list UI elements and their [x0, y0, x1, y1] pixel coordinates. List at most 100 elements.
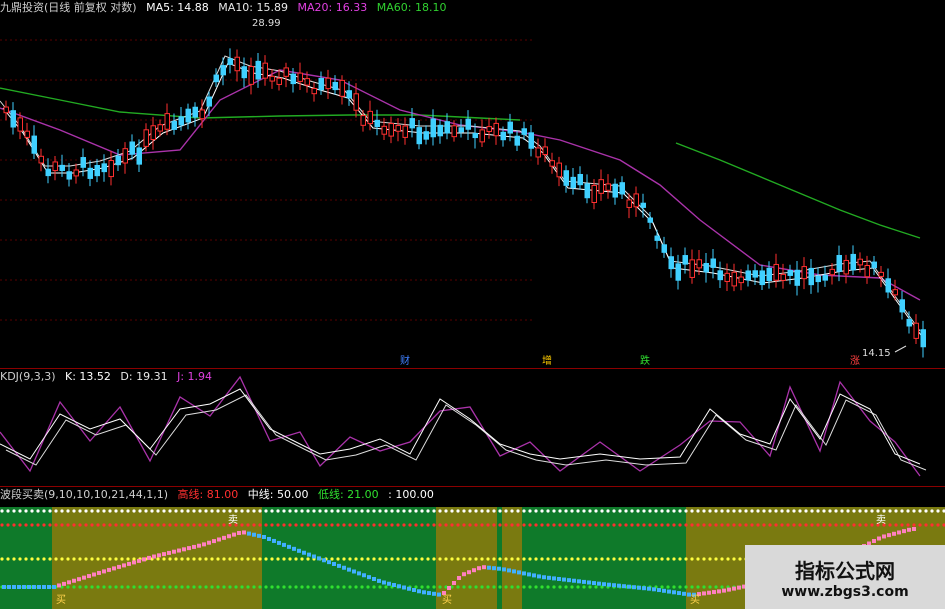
candle — [682, 255, 688, 265]
candle — [437, 124, 443, 137]
level-dot — [672, 557, 676, 561]
wave-point — [577, 579, 581, 584]
level-dot — [0, 523, 4, 527]
level-dot — [330, 509, 334, 513]
candle — [619, 182, 625, 195]
level-dot — [648, 523, 652, 527]
wave-point — [347, 567, 351, 572]
candle — [542, 146, 548, 156]
wave-point — [407, 586, 411, 591]
level-dot — [732, 557, 736, 561]
level-dot — [222, 557, 226, 561]
kdj-chart[interactable] — [0, 369, 945, 486]
event-marker-zeng[interactable]: 增 — [542, 352, 552, 367]
level-dot — [582, 509, 586, 513]
wave-point — [172, 549, 176, 554]
level-dot — [114, 585, 118, 589]
level-dot — [630, 557, 634, 561]
wave-point — [462, 572, 466, 577]
level-dot — [804, 523, 808, 527]
level-dot — [354, 557, 358, 561]
wave-point — [562, 577, 566, 582]
wave-point — [22, 585, 26, 589]
candle — [234, 56, 240, 72]
level-dot — [510, 509, 514, 513]
level-dot — [666, 557, 670, 561]
level-dot — [210, 523, 214, 527]
wave-point — [222, 535, 226, 540]
kdj-panel[interactable]: KDJ(9,3,3) K: 13.52 D: 19.31 J: 1.94 — [0, 369, 945, 486]
event-marker-zhang[interactable]: 涨 — [850, 352, 860, 367]
level-dot — [432, 585, 436, 589]
level-dot — [618, 557, 622, 561]
level-dot — [582, 585, 586, 589]
candle — [143, 129, 149, 147]
level-dot — [30, 557, 34, 561]
level-dot — [888, 509, 892, 513]
level-dot — [132, 557, 136, 561]
event-marker-die[interactable]: 跌 — [640, 352, 650, 367]
candle — [45, 168, 51, 177]
level-dot — [600, 557, 604, 561]
level-dot — [846, 509, 850, 513]
level-dot — [606, 509, 610, 513]
wave-point — [877, 536, 881, 541]
wave-point — [167, 550, 171, 555]
wave-point — [657, 588, 661, 593]
level-dot — [558, 509, 562, 513]
wave-point — [272, 538, 276, 543]
candle — [353, 93, 359, 111]
candle — [780, 273, 786, 281]
wave-point — [432, 591, 436, 596]
level-dot — [726, 557, 730, 561]
wave-point — [507, 568, 511, 573]
level-dot — [6, 557, 10, 561]
candle — [913, 322, 919, 339]
level-dot — [744, 523, 748, 527]
candle — [850, 253, 856, 271]
candle — [248, 65, 254, 85]
level-dot — [96, 523, 100, 527]
wave-point — [117, 564, 121, 569]
level-dot — [300, 523, 304, 527]
level-dot — [492, 585, 496, 589]
level-dot — [342, 523, 346, 527]
level-dot — [180, 557, 184, 561]
level-dot — [414, 523, 418, 527]
candle — [17, 117, 23, 132]
level-dot — [180, 509, 184, 513]
level-dot — [798, 509, 802, 513]
level-dot — [306, 509, 310, 513]
level-dot — [222, 585, 226, 589]
level-dot — [102, 585, 106, 589]
candle — [171, 120, 177, 130]
wave-point — [412, 588, 416, 592]
candle — [227, 58, 233, 65]
level-dot — [564, 585, 568, 589]
event-marker-cai[interactable]: 财 — [400, 352, 410, 367]
level-dot — [570, 509, 574, 513]
candle — [136, 147, 142, 165]
wave-point — [47, 585, 51, 589]
candle — [213, 74, 219, 83]
wave-point — [887, 533, 891, 538]
level-dot — [132, 585, 136, 589]
candle — [794, 269, 800, 286]
level-dot — [720, 523, 724, 527]
candle — [745, 270, 751, 281]
price-panel[interactable]: 九鼎投资(日线 前复权 对数) MA5: 14.88 MA10: 15.89 M… — [0, 0, 945, 368]
level-dot — [354, 523, 358, 527]
level-dot — [552, 585, 556, 589]
level-dot — [114, 523, 118, 527]
candle — [255, 60, 261, 80]
level-dot — [192, 509, 196, 513]
wave-point — [207, 540, 211, 545]
level-dot — [690, 509, 694, 513]
wave-point — [257, 533, 261, 538]
level-dot — [90, 557, 94, 561]
level-dot — [906, 509, 910, 513]
wave-point — [397, 584, 401, 589]
price-chart[interactable] — [0, 0, 945, 368]
wave-point — [187, 546, 191, 551]
level-dot — [42, 557, 46, 561]
